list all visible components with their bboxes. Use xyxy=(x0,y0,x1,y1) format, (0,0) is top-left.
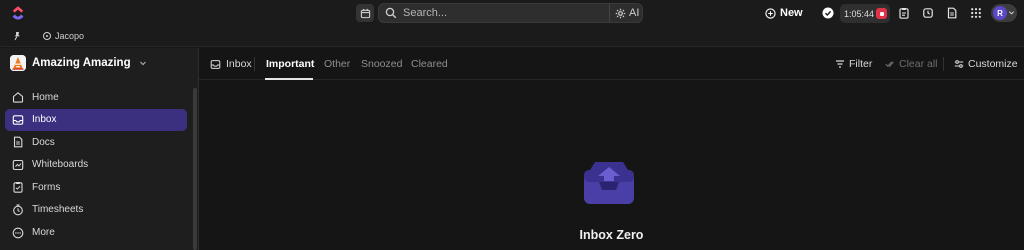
clear-all-button[interactable]: Clear all xyxy=(885,58,938,70)
ai-gear-icon xyxy=(615,8,626,18)
ai-label: AI xyxy=(629,7,640,19)
plus-circle-icon xyxy=(765,7,776,19)
clipboard-icon[interactable] xyxy=(898,7,910,19)
workspace-switcher[interactable]: Amazing Amazing xyxy=(10,55,147,71)
inbox-header: Inbox xyxy=(210,58,252,70)
sidebar-item-whiteboards[interactable]: Whiteboards xyxy=(5,154,187,176)
sidebar-item-inbox[interactable]: Inbox xyxy=(5,108,187,131)
pinned-bar: Jacopo xyxy=(0,27,1024,47)
docs-icon xyxy=(13,136,23,148)
more-icon xyxy=(12,227,24,238)
filter-icon xyxy=(836,60,844,68)
filter-button[interactable]: Filter xyxy=(835,58,872,70)
timer-value: 1:05:44 xyxy=(844,8,875,19)
filter-label: Filter xyxy=(849,58,873,70)
apps-grid-icon[interactable] xyxy=(970,7,982,19)
search-divider xyxy=(609,4,610,22)
toolbar-divider xyxy=(254,57,255,71)
sidebar-item-label: Inbox xyxy=(32,114,57,126)
pin-icon[interactable] xyxy=(12,31,22,41)
sidebar-item-docs[interactable]: Docs xyxy=(5,131,187,153)
sidebar-nav: Home Inbox Docs Whiteboards Forms Timesh… xyxy=(5,86,187,244)
search-placeholder: Search... xyxy=(403,7,448,19)
check-circle-icon[interactable] xyxy=(822,7,834,19)
location-icon xyxy=(43,32,51,40)
sidebar-item-label: Timesheets xyxy=(32,204,84,216)
workspace-avatar-icon xyxy=(10,55,26,71)
tab-cleared[interactable]: Cleared xyxy=(411,58,448,70)
tab-important[interactable]: Important xyxy=(266,58,314,70)
active-tab-indicator xyxy=(265,78,313,80)
calendar-button[interactable] xyxy=(356,4,374,22)
customize-button[interactable]: Customize xyxy=(954,58,1018,70)
calendar-icon xyxy=(360,8,370,18)
location-chip[interactable]: Jacopo xyxy=(43,31,84,41)
inbox-icon xyxy=(12,114,24,125)
whiteboard-icon xyxy=(12,159,24,170)
sidebar-item-label: Whiteboards xyxy=(32,159,89,171)
new-label: New xyxy=(780,7,803,19)
double-check-icon xyxy=(885,61,894,68)
sidebar-item-label: Forms xyxy=(32,181,61,193)
app-logo-icon[interactable] xyxy=(10,5,26,21)
empty-state-title: Inbox Zero xyxy=(579,228,644,242)
workspace-name: Amazing Amazing xyxy=(32,57,131,69)
chevron-down-icon xyxy=(1008,11,1015,15)
inbox-main: Inbox Important Other Snoozed Cleared Fi… xyxy=(199,48,1024,250)
user-avatar-button[interactable]: R xyxy=(991,4,1017,22)
sidebar-item-label: More xyxy=(32,227,55,239)
sidebar: Amazing Amazing Home Inbox Docs Whiteboa… xyxy=(0,48,199,250)
search-icon xyxy=(385,7,397,19)
avatar-initial: R xyxy=(993,6,1007,20)
chevron-down-icon xyxy=(139,61,146,66)
sliders-icon xyxy=(954,60,964,68)
search-bar[interactable]: Search... AI xyxy=(378,3,643,23)
sidebar-item-label: Docs xyxy=(32,136,55,148)
alarm-clock-icon[interactable] xyxy=(922,7,934,19)
inbox-toolbar: Inbox Important Other Snoozed Cleared Fi… xyxy=(199,48,1024,80)
ai-button[interactable]: AI xyxy=(615,7,639,19)
sidebar-item-more[interactable]: More xyxy=(5,222,187,244)
time-tracker[interactable]: 1:05:44 xyxy=(840,4,890,23)
sidebar-item-home[interactable]: Home xyxy=(5,86,187,108)
top-bar: Search... AI New 1:05:44 R xyxy=(0,0,1024,27)
toolbar-divider xyxy=(943,57,944,71)
tab-other[interactable]: Other xyxy=(324,58,350,70)
clear-all-label: Clear all xyxy=(899,58,938,70)
sidebar-item-forms[interactable]: Forms xyxy=(5,176,187,198)
stop-timer-button[interactable] xyxy=(876,8,887,19)
sidebar-item-timesheets[interactable]: Timesheets xyxy=(5,199,187,221)
tab-snoozed[interactable]: Snoozed xyxy=(361,58,402,70)
location-label: Jacopo xyxy=(55,31,85,41)
timesheets-icon xyxy=(13,204,23,216)
sidebar-item-label: Home xyxy=(32,91,59,103)
inbox-tray-icon xyxy=(584,162,634,204)
home-icon xyxy=(12,92,24,103)
inbox-icon xyxy=(210,59,221,69)
forms-icon xyxy=(13,182,23,194)
document-icon[interactable] xyxy=(946,7,958,19)
sidebar-scrollbar[interactable] xyxy=(193,88,197,250)
inbox-title: Inbox xyxy=(226,58,252,70)
customize-label: Customize xyxy=(968,58,1018,70)
new-button[interactable]: New xyxy=(765,7,803,19)
